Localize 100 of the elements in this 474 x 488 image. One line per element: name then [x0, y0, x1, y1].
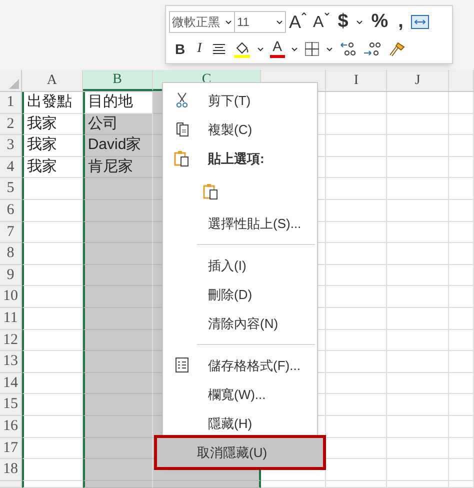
caret-icon: [225, 20, 232, 24]
row-header[interactable]: 17: [0, 438, 22, 460]
table-cell: [22, 438, 83, 460]
table-cell: [449, 416, 474, 438]
paintbrush-icon: [388, 41, 406, 57]
font-name-field[interactable]: 微軟正黑: [169, 11, 235, 33]
select-all-icon: [8, 79, 19, 89]
grow-font-button[interactable]: A: [286, 11, 310, 33]
table-cell: 公司: [82, 114, 153, 136]
table-cell: [22, 243, 83, 265]
table-cell: [326, 372, 388, 394]
table-cell: 出發點: [22, 92, 83, 114]
row-header[interactable]: 2: [0, 114, 22, 136]
row-header[interactable]: 13: [0, 351, 22, 373]
caret-icon: [290, 46, 298, 52]
table-cell: [387, 178, 450, 200]
table-cell: [387, 330, 450, 352]
row-header[interactable]: 12: [0, 330, 22, 352]
table-cell: [326, 156, 388, 178]
borders-icon: [304, 42, 319, 56]
row-header[interactable]: 1: [0, 92, 22, 114]
row-header[interactable]: 4: [0, 156, 22, 178]
row-header[interactable]: 8: [0, 243, 22, 265]
table-cell: [449, 308, 474, 330]
table-cell: 我家: [22, 156, 83, 178]
row-header[interactable]: 14: [0, 372, 22, 394]
table-cell: [326, 114, 388, 136]
column-header[interactable]: I: [326, 70, 388, 91]
table-cell: 肯尼家: [82, 156, 153, 178]
table-cell: [387, 394, 450, 416]
table-cell: [449, 135, 474, 157]
row-header[interactable]: 18: [0, 459, 22, 481]
table-cell: [22, 286, 83, 308]
table-cell: [326, 286, 388, 308]
table-cell: [449, 438, 474, 460]
down-caret-icon: [324, 11, 330, 17]
table-cell: [326, 243, 388, 265]
table-cell: David家: [82, 135, 153, 157]
menu-item[interactable]: 清除內容(N): [163, 309, 317, 338]
table-cell: [449, 394, 474, 416]
table-cell: [449, 286, 474, 308]
table-cell: [326, 330, 388, 352]
menu-item[interactable]: 欄寬(W)...: [163, 380, 317, 409]
wrap-icon: [411, 15, 430, 29]
table-cell: [387, 351, 450, 373]
table-cell: [449, 200, 474, 222]
row-header[interactable]: 3: [0, 135, 22, 157]
row-header[interactable]: 16: [0, 416, 22, 438]
menu-item[interactable]: 刪除(D): [163, 280, 317, 309]
menu-item[interactable]: 儲存格格式(F)...: [163, 351, 317, 380]
row-header[interactable]: 10: [0, 286, 22, 308]
font-color-button[interactable]: A: [266, 38, 288, 60]
table-cell: [387, 372, 450, 394]
menu-item[interactable]: 隱藏(H): [163, 409, 317, 438]
column-header[interactable]: B: [82, 70, 153, 91]
format-button[interactable]: ,: [393, 11, 408, 33]
row-header[interactable]: 11: [0, 308, 22, 330]
menu-item[interactable]: 複製(C): [163, 115, 317, 144]
table-cell: [326, 459, 388, 481]
row-header[interactable]: 7: [0, 222, 22, 244]
table-cell: [387, 438, 450, 460]
menu-item[interactable]: 選擇性貼上(S)...: [163, 209, 317, 238]
format-button[interactable]: $: [332, 11, 354, 33]
row-header[interactable]: 15: [0, 394, 22, 416]
table-cell: [449, 178, 474, 200]
table-cell: [387, 222, 450, 244]
row-header[interactable]: 6: [0, 200, 22, 222]
table-cell: [387, 416, 450, 438]
shrink-font-button[interactable]: A: [310, 11, 333, 33]
table-cell: [22, 264, 83, 286]
table-cell: [22, 459, 83, 481]
table-cell: [326, 394, 388, 416]
table-cell: [449, 156, 474, 178]
caret-icon: [326, 46, 333, 52]
table-cell: [326, 308, 388, 330]
italic-button[interactable]: I: [191, 38, 208, 60]
row-header[interactable]: 5: [0, 178, 22, 200]
row-header[interactable]: 9: [0, 264, 22, 286]
format-button[interactable]: %: [366, 11, 394, 33]
column-header[interactable]: J: [387, 70, 450, 91]
table-cell: [22, 330, 83, 352]
table-cell: [449, 92, 474, 114]
scissors-icon: [176, 92, 188, 108]
table-cell: [82, 438, 153, 460]
menu-item[interactable]: 插入(I): [163, 251, 317, 280]
menu-item[interactable]: 取消隱藏(U): [157, 438, 323, 467]
table-cell: [22, 394, 83, 416]
table-cell: [387, 308, 450, 330]
table-cell: [387, 114, 450, 136]
bold-button[interactable]: B: [169, 38, 192, 60]
table-cell: [22, 372, 83, 394]
table-cell: [449, 222, 474, 244]
table-cell: [326, 135, 388, 157]
table-cell: [387, 156, 450, 178]
font-size-field[interactable]: 11: [235, 11, 286, 33]
table-cell: [326, 222, 388, 244]
align-center-icon: [212, 43, 226, 55]
table-cell: [326, 178, 388, 200]
table-cell: [387, 92, 450, 114]
table-cell: [82, 459, 153, 481]
